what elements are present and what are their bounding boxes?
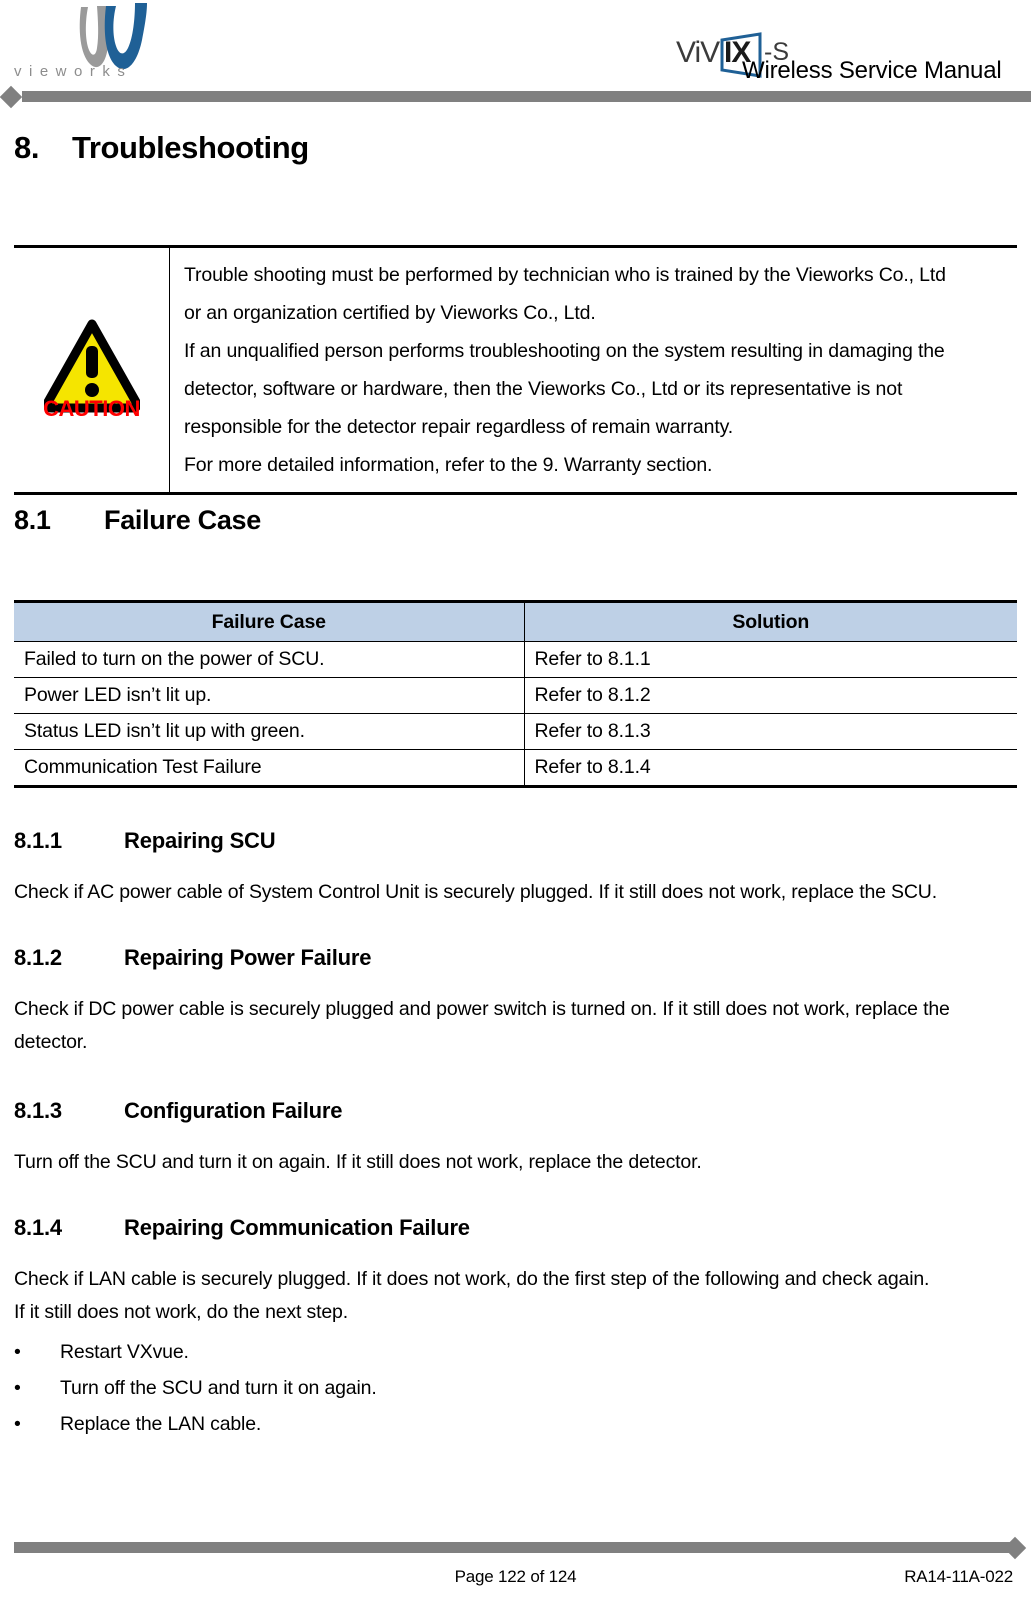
bullet-icon: • [14, 1377, 21, 1399]
caution-text-cell: Trouble shooting must be performed by te… [170, 248, 1017, 492]
section-body-8-1-2: Check if DC power cable is securely plug… [14, 998, 950, 1053]
section-body-8-1-4-line-1: Check if LAN cable is securely plugged. … [14, 1268, 930, 1290]
list-item: • Restart VXvue. [14, 1334, 1019, 1370]
column-header-failure-case: Failure Case [14, 600, 525, 642]
section-title-8-1-4: Repairing Communication Failure [124, 1215, 470, 1240]
manual-title: Wireless Service Manual [742, 57, 1002, 84]
section-title-8-1-1: Repairing SCU [124, 828, 276, 853]
page-number: Page 122 of 124 [454, 1567, 577, 1586]
header-diamond-marker [0, 85, 23, 109]
bullet-icon: • [14, 1341, 21, 1363]
caution-line: responsible for the detector repair rega… [184, 416, 734, 438]
document-page: vieworks ViV IX -S Wireless Service Manu… [0, 0, 1031, 1607]
section-title-8-1-2: Repairing Power Failure [124, 945, 372, 970]
vieworks-wordmark: vieworks [14, 63, 133, 80]
section-number-8-1: 8.1 [14, 505, 51, 535]
list-item-label: Restart VXvue. [60, 1341, 189, 1363]
svg-text:ViV: ViV [676, 36, 720, 69]
section-body-8-1-3: Turn off the SCU and turn it on again. I… [14, 1151, 702, 1173]
caution-line: Trouble shooting must be performed by te… [184, 264, 946, 286]
cell-failure-case: Power LED isn’t lit up. [14, 677, 525, 714]
caution-box: CAUTION Trouble shooting must be perform… [14, 245, 1017, 495]
section-body-8-1-4-line-2: If it still does not work, do the next s… [14, 1301, 348, 1323]
caution-line: or an organization certified by Vieworks… [184, 302, 596, 324]
cell-solution: Refer to 8.1.3 [524, 713, 1017, 750]
section-title-8-1-3: Configuration Failure [124, 1098, 343, 1123]
section-number-8-1-1: 8.1.1 [14, 828, 62, 853]
header-bar [22, 91, 1031, 102]
section-heading-8-1-4: 8.1.4 Repairing Communication Failure [14, 1215, 470, 1241]
cell-failure-case: Status LED isn’t lit up with green. [14, 713, 525, 750]
chapter-number: 8. [14, 130, 40, 165]
caution-line: For more detailed information, refer to … [184, 454, 713, 476]
section-heading-8-1-2: 8.1.2 Repairing Power Failure [14, 945, 371, 971]
header-rule [0, 85, 1031, 109]
list-item-label: Replace the LAN cable. [60, 1413, 262, 1435]
table-row: Failed to turn on the power of SCU. Refe… [14, 641, 1017, 678]
document-number: RA14-11A-022 [904, 1567, 1013, 1586]
table-row: Status LED isn’t lit up with green. Refe… [14, 713, 1017, 750]
section-number-8-1-2: 8.1.2 [14, 945, 62, 970]
section-heading-8-1: 8.1 Failure Case [14, 505, 261, 536]
footer-rule [0, 1536, 1031, 1560]
footer-bar [14, 1542, 1014, 1553]
list-item-label: Turn off the SCU and turn it on again. [60, 1377, 377, 1399]
caution-line: If an unqualified person performs troubl… [184, 340, 945, 362]
column-header-solution: Solution [524, 600, 1017, 642]
failure-case-table: Failure Case Solution Failed to turn on … [14, 600, 1017, 788]
bullet-icon: • [14, 1413, 21, 1435]
table-row: Power LED isn’t lit up. Refer to 8.1.2 [14, 677, 1017, 714]
table-header-row: Failure Case Solution [14, 600, 1017, 642]
caution-label: CAUTION [43, 396, 140, 421]
section-number-8-1-3: 8.1.3 [14, 1098, 62, 1123]
section-number-8-1-4: 8.1.4 [14, 1215, 62, 1240]
footer-diamond-marker [1003, 1536, 1027, 1560]
list-item: • Turn off the SCU and turn it on again. [14, 1370, 1019, 1406]
troubleshooting-step-list: • Restart VXvue. • Turn off the SCU and … [14, 1334, 1019, 1442]
page-header: vieworks ViV IX -S Wireless Service Manu… [0, 0, 1031, 109]
cell-solution: Refer to 8.1.1 [524, 641, 1017, 678]
section-heading-8-1-1: 8.1.1 Repairing SCU [14, 828, 276, 854]
chapter-title: Troubleshooting [72, 130, 309, 165]
cell-solution: Refer to 8.1.2 [524, 677, 1017, 714]
cell-failure-case: Failed to turn on the power of SCU. [14, 641, 525, 678]
list-item: • Replace the LAN cable. [14, 1406, 1019, 1442]
section-title-8-1: Failure Case [104, 505, 261, 535]
page-footer: Page 122 of 124 RA14-11A-022 [0, 1525, 1031, 1607]
caution-line: detector, software or hardware, then the… [184, 378, 903, 400]
cell-solution: Refer to 8.1.4 [524, 749, 1017, 788]
table-row: Communication Test Failure Refer to 8.1.… [14, 749, 1017, 788]
page-title: 8. Troubleshooting [14, 130, 309, 166]
section-heading-8-1-3: 8.1.3 Configuration Failure [14, 1098, 342, 1124]
section-body-8-1-1: Check if AC power cable of System Contro… [14, 881, 937, 903]
cell-failure-case: Communication Test Failure [14, 749, 525, 788]
caution-icon-cell: CAUTION [14, 248, 170, 492]
